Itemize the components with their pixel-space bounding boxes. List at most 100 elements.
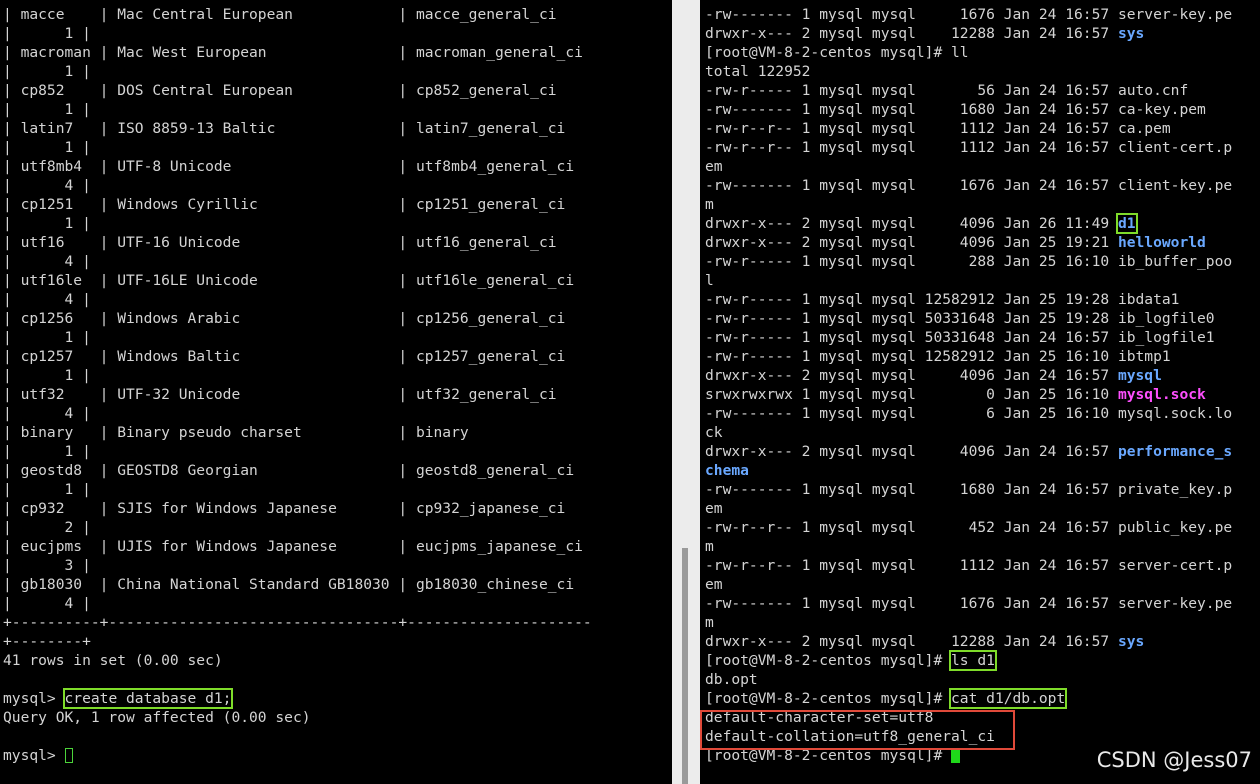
terminal-line: | 4 | — [3, 253, 91, 270]
terminal-line: | utf16le | UTF-16LE Unicode | utf16le_g… — [3, 272, 575, 289]
entry-meta: drwxr-x--- 2 mysql mysql 12288 Jan 24 16… — [705, 633, 1118, 650]
table-border-line: +----------+----------------------------… — [3, 614, 592, 631]
dir-entry: drwxr-x--- 2 mysql mysql 12288 Jan 24 16… — [705, 24, 1232, 43]
socket-name: mysql.sock — [1117, 386, 1206, 403]
shell-prompt: [root@VM-8-2-centos mysql]# — [705, 690, 952, 707]
terminal-line: | cp932 | SJIS for Windows Japanese | cp… — [3, 500, 566, 517]
ls-command: ls d1 — [949, 650, 997, 671]
terminal-line: | eucjpms | UJIS for Windows Japanese | … — [3, 538, 583, 555]
mysql-prompt: mysql> — [3, 747, 65, 764]
terminal-line: | gb18030 | China National Standard GB18… — [3, 576, 575, 593]
terminal-line: | cp1251 | Windows Cyrillic | cp1251_gen… — [3, 196, 566, 213]
terminal-line: | 1 | — [3, 25, 91, 42]
entry-meta: drwxr-x--- 2 mysql mysql 12288 Jan 24 16… — [705, 25, 1118, 42]
dir-entry: drwxr-x--- 2 mysql mysql 4096 Jan 25 19:… — [705, 233, 1232, 252]
query-result-line: Query OK, 1 row affected (0.00 sec) — [3, 709, 311, 726]
active-prompt-line[interactable]: mysql> — [3, 746, 592, 765]
socket-entry: srwxrwxrwx 1 mysql mysql 0 Jan 25 16:10 … — [705, 385, 1232, 404]
terminal-line: | 1 | — [3, 367, 91, 384]
terminal-line: | binary | Binary pseudo charset | binar… — [3, 424, 469, 441]
file-entry: -rw-r--r-- 1 mysql mysql 1112 Jan 24 16:… — [705, 120, 1171, 137]
file-entry-wrap: em — [705, 500, 723, 517]
terminal-line: | cp852 | DOS Central European | cp852_g… — [3, 82, 557, 99]
db-opt-charset: default-character-set=utf8 — [705, 709, 934, 726]
cat-command: cat d1/db.opt — [949, 688, 1068, 709]
file-entry: -rw-r--r-- 1 mysql mysql 452 Jan 24 16:5… — [705, 519, 1233, 536]
ls-command-line: [root@VM-8-2-centos mysql]# ls d1 — [705, 650, 1232, 671]
file-entry: -rw------- 1 mysql mysql 1676 Jan 24 16:… — [705, 6, 1233, 23]
file-entry: -rw-r----- 1 mysql mysql 288 Jan 25 16:1… — [705, 253, 1233, 270]
terminal-line: | 3 | — [3, 557, 91, 574]
entry-meta: drwxr-x--- 2 mysql mysql 4096 Jan 24 16:… — [705, 443, 1118, 460]
file-entry-wrap: m — [705, 196, 714, 213]
scrollbar-thumb[interactable] — [682, 548, 688, 784]
entry-meta: drwxr-x--- 2 mysql mysql 4096 Jan 24 16:… — [705, 367, 1118, 384]
file-entry: -rw-r----- 1 mysql mysql 12582912 Jan 25… — [705, 348, 1171, 365]
file-entry-wrap: em — [705, 158, 723, 175]
terminal-line: | latin7 | ISO 8859-13 Baltic | latin7_g… — [3, 120, 566, 137]
file-entry: -rw-r----- 1 mysql mysql 56 Jan 24 16:57… — [705, 82, 1189, 99]
dir-name: chema — [705, 462, 749, 479]
file-entry: -rw-r----- 1 mysql mysql 50331648 Jan 25… — [705, 310, 1215, 327]
terminal-line: | 2 | — [3, 519, 91, 536]
terminal-line: | cp1257 | Windows Baltic | cp1257_gener… — [3, 348, 566, 365]
text-cursor — [64, 748, 73, 763]
dir-name: performance_s — [1117, 443, 1233, 460]
file-entry-wrap: m — [705, 614, 714, 631]
entry-meta: drwxr-x--- 2 mysql mysql 4096 Jan 25 19:… — [705, 234, 1118, 251]
file-entry-wrap: ck — [705, 424, 723, 441]
file-entry: -rw-r--r-- 1 mysql mysql 1112 Jan 24 16:… — [705, 139, 1233, 156]
dir-name: helloworld — [1117, 234, 1206, 251]
terminal-line: | 1 | — [3, 215, 91, 232]
terminal-line: | macroman | Mac West European | macroma… — [3, 44, 583, 61]
db-opt-collation: default-collation=utf8_general_ci — [705, 728, 995, 745]
dir-entry: drwxr-x--- 2 mysql mysql 4096 Jan 26 11:… — [705, 213, 1232, 234]
dir-entry-wrap: chema — [705, 461, 1232, 480]
dir-entry: drwxr-x--- 2 mysql mysql 12288 Jan 24 16… — [705, 632, 1232, 651]
terminal-line: | 1 | — [3, 329, 91, 346]
command-line: mysql> create database d1; — [3, 688, 592, 709]
file-entry: -rw------- 1 mysql mysql 1676 Jan 24 16:… — [705, 177, 1233, 194]
table-border-line: +--------+ — [3, 633, 91, 650]
total-line: total 122952 — [705, 63, 811, 80]
terminal-line: | cp1256 | Windows Arabic | cp1256_gener… — [3, 310, 566, 327]
terminal-line: | 1 | — [3, 481, 91, 498]
ls-output: db.opt — [705, 671, 758, 688]
file-entry-wrap: l — [705, 272, 714, 289]
file-entry: -rw-r--r-- 1 mysql mysql 1112 Jan 24 16:… — [705, 557, 1233, 574]
file-entry: -rw------- 1 mysql mysql 1680 Jan 24 16:… — [705, 101, 1206, 118]
entry-meta: drwxr-x--- 2 mysql mysql 4096 Jan 26 11:… — [705, 215, 1118, 232]
terminal-line: | 1 | — [3, 101, 91, 118]
terminal-line: | utf32 | UTF-32 Unicode | utf32_general… — [3, 386, 557, 403]
terminal-line: | 1 | — [3, 139, 91, 156]
shell-prompt: [root@VM-8-2-centos mysql]# — [705, 652, 952, 669]
dir-entry: drwxr-x--- 2 mysql mysql 4096 Jan 24 16:… — [705, 366, 1232, 385]
file-entry: -rw------- 1 mysql mysql 1676 Jan 24 16:… — [705, 595, 1233, 612]
shell-prompt: [root@VM-8-2-centos mysql]# — [705, 747, 952, 764]
mysql-client-terminal[interactable]: | macce | Mac Central European | macce_g… — [0, 0, 672, 784]
shell-terminal[interactable]: -rw------- 1 mysql mysql 1676 Jan 24 16:… — [700, 0, 1260, 784]
file-entry: -rw-r----- 1 mysql mysql 50331648 Jan 24… — [705, 329, 1215, 346]
row-count-line: 41 rows in set (0.00 sec) — [3, 652, 223, 669]
terminal-line: | macce | Mac Central European | macce_g… — [3, 6, 557, 23]
file-entry: -rw------- 1 mysql mysql 6 Jan 25 16:10 … — [705, 405, 1233, 422]
terminal-line: | geostd8 | GEOSTD8 Georgian | geostd8_g… — [3, 462, 575, 479]
terminal-line: | 4 | — [3, 177, 91, 194]
entry-meta: srwxrwxrwx 1 mysql mysql 0 Jan 25 16:10 — [705, 386, 1118, 403]
terminal-line: | utf16 | UTF-16 Unicode | utf16_general… — [3, 234, 557, 251]
file-entry-wrap: em — [705, 576, 723, 593]
terminal-line: | 4 | — [3, 595, 91, 612]
terminal-line: | 1 | — [3, 443, 91, 460]
ll-command-line: [root@VM-8-2-centos mysql]# ll — [705, 44, 969, 61]
terminal-line: | 4 | — [3, 291, 91, 308]
create-database-command: create database d1; — [62, 688, 234, 709]
terminal-line: | utf8mb4 | UTF-8 Unicode | utf8mb4_gene… — [3, 158, 575, 175]
mysql-prompt: mysql> — [3, 690, 65, 707]
file-entry: -rw-r----- 1 mysql mysql 12582912 Jan 25… — [705, 291, 1180, 308]
text-cursor — [951, 748, 961, 763]
mysql-output: | macce | Mac Central European | macce_g… — [3, 5, 592, 765]
dir-name: sys — [1117, 25, 1145, 42]
dir-name: mysql — [1117, 367, 1162, 384]
